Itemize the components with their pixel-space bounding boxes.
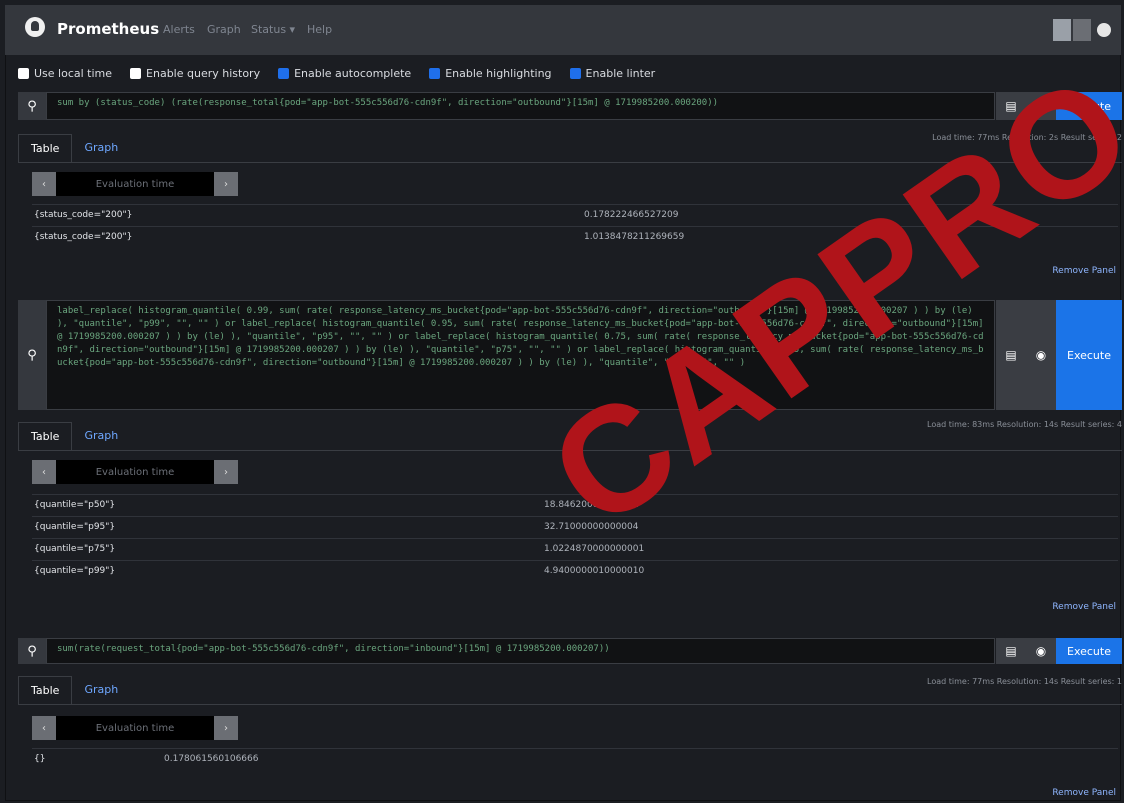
query-panel-3: ⚲ sum(rate(request_total{pod="app-bot-55… bbox=[18, 638, 1122, 664]
table-row: {} 0.178061560106666 bbox=[32, 748, 1118, 771]
search-icon: ⚲ bbox=[18, 638, 46, 664]
evaluation-time-input[interactable]: Evaluation time bbox=[56, 716, 214, 740]
panel-tabs: Table Graph bbox=[18, 676, 130, 705]
tab-table[interactable]: Table bbox=[18, 676, 73, 705]
table-row: {quantile="p95"} 32.71000000000004 bbox=[32, 516, 1118, 539]
tab-graph[interactable]: Graph bbox=[72, 134, 130, 162]
nav-graph[interactable]: Graph bbox=[207, 23, 241, 36]
remove-panel-link[interactable]: Remove Panel bbox=[1052, 788, 1116, 798]
option-query-history[interactable]: Enable query history bbox=[130, 67, 260, 80]
table-row: {quantile="p99"} 4.9400000010000010 bbox=[32, 560, 1118, 583]
tab-graph[interactable]: Graph bbox=[72, 676, 130, 704]
query-input[interactable]: sum(rate(request_total{pod="app-bot-555c… bbox=[46, 638, 995, 664]
eval-prev-button[interactable]: ‹ bbox=[32, 172, 56, 196]
eval-next-button[interactable]: › bbox=[214, 716, 238, 740]
nav-status[interactable]: Status ▾ bbox=[251, 23, 295, 36]
table-row: {quantile="p75"} 1.0224870000000001 bbox=[32, 538, 1118, 561]
nav-alerts[interactable]: Alerts bbox=[163, 23, 195, 36]
query-input[interactable]: label_replace( histogram_quantile( 0.99,… bbox=[46, 300, 995, 410]
eval-prev-button[interactable]: ‹ bbox=[32, 716, 56, 740]
eval-next-button[interactable]: › bbox=[214, 460, 238, 484]
tab-divider bbox=[18, 162, 1122, 163]
option-highlighting[interactable]: Enable highlighting bbox=[429, 67, 552, 80]
theme-toggle-icon[interactable] bbox=[1097, 23, 1111, 37]
evaluation-time-control: ‹ Evaluation time › bbox=[32, 172, 238, 196]
history-button[interactable]: ▤ bbox=[996, 638, 1026, 664]
table-row: {status_code="200"} 0.178222466527209 bbox=[32, 204, 1118, 227]
navbar: Prometheus Alerts Graph Status ▾ Help bbox=[5, 5, 1121, 55]
nav-help[interactable]: Help bbox=[307, 23, 332, 36]
remove-panel-link[interactable]: Remove Panel bbox=[1052, 266, 1116, 276]
theme-light-button[interactable] bbox=[1053, 19, 1071, 41]
metrics-explorer-button[interactable]: ◉ bbox=[1026, 638, 1056, 664]
option-autocomplete[interactable]: Enable autocomplete bbox=[278, 67, 411, 80]
tab-graph[interactable]: Graph bbox=[72, 422, 130, 450]
panel-tabs: Table Graph bbox=[18, 134, 130, 163]
evaluation-time-input[interactable]: Evaluation time bbox=[56, 172, 214, 196]
table-row: {status_code="200"} 1.0138478211269659 bbox=[32, 226, 1118, 249]
checkbox-icon[interactable] bbox=[18, 67, 29, 79]
checkbox-checked-icon[interactable] bbox=[569, 67, 581, 79]
metrics-explorer-button[interactable]: ◉ bbox=[1026, 92, 1056, 120]
eval-next-button[interactable]: › bbox=[214, 172, 238, 196]
metrics-explorer-button[interactable]: ◉ bbox=[1026, 300, 1056, 410]
panel-2-body: Table Graph ‹ Evaluation time › {quantil… bbox=[18, 422, 1122, 622]
history-button[interactable]: ▤ bbox=[996, 300, 1026, 410]
remove-panel-link[interactable]: Remove Panel bbox=[1052, 602, 1116, 612]
tab-divider bbox=[18, 704, 1122, 705]
query-panel-2: ⚲ label_replace( histogram_quantile( 0.9… bbox=[18, 300, 1122, 410]
execute-button[interactable]: Execute bbox=[1056, 92, 1122, 120]
panel-1-body: Table Graph ‹ Evaluation time › {status_… bbox=[18, 134, 1122, 294]
theme-switcher[interactable] bbox=[1053, 19, 1111, 41]
prometheus-logo-icon[interactable] bbox=[25, 17, 45, 37]
checkbox-icon[interactable] bbox=[130, 67, 142, 79]
query-options: Use local time Enable query history Enab… bbox=[18, 64, 655, 82]
panel-3-body: Table Graph ‹ Evaluation time › {} 0.1780… bbox=[18, 676, 1122, 801]
tab-divider bbox=[18, 450, 1122, 451]
brand-title[interactable]: Prometheus bbox=[57, 20, 159, 38]
evaluation-time-input[interactable]: Evaluation time bbox=[56, 460, 214, 484]
history-button[interactable]: ▤ bbox=[996, 92, 1026, 120]
execute-button[interactable]: Execute bbox=[1056, 300, 1122, 410]
eval-prev-button[interactable]: ‹ bbox=[32, 460, 56, 484]
table-row: {quantile="p50"} 18.84620000000001 bbox=[32, 494, 1118, 517]
execute-button[interactable]: Execute bbox=[1056, 638, 1122, 664]
search-icon: ⚲ bbox=[18, 92, 46, 120]
theme-dark-button[interactable] bbox=[1073, 19, 1091, 41]
evaluation-time-control: ‹ Evaluation time › bbox=[32, 716, 238, 740]
query-input[interactable]: sum by (status_code) (rate(response_tota… bbox=[46, 92, 995, 120]
evaluation-time-control: ‹ Evaluation time › bbox=[32, 460, 238, 484]
search-icon: ⚲ bbox=[18, 300, 46, 410]
option-linter[interactable]: Enable linter bbox=[569, 67, 655, 80]
option-use-local-time[interactable]: Use local time bbox=[18, 67, 112, 80]
tab-table[interactable]: Table bbox=[18, 134, 73, 163]
panel-tabs: Table Graph bbox=[18, 422, 130, 451]
query-panel-1: ⚲ sum by (status_code) (rate(response_to… bbox=[18, 92, 1122, 120]
tab-table[interactable]: Table bbox=[18, 422, 73, 451]
checkbox-checked-icon[interactable] bbox=[278, 67, 290, 79]
checkbox-checked-icon[interactable] bbox=[429, 67, 441, 79]
